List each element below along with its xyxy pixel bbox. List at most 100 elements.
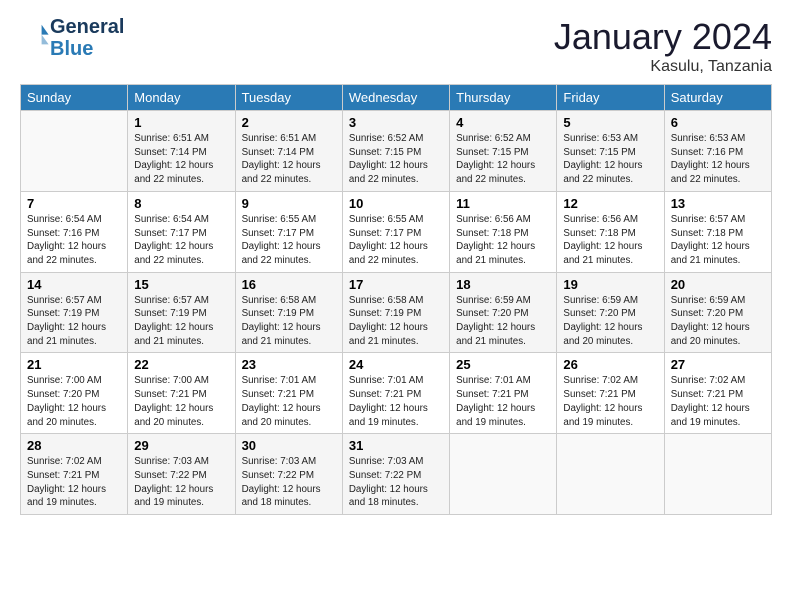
day-number: 28 <box>27 438 121 453</box>
calendar-cell: 25Sunrise: 7:01 AM Sunset: 7:21 PM Dayli… <box>450 353 557 434</box>
weekday-header-tuesday: Tuesday <box>235 85 342 111</box>
day-info: Sunrise: 7:00 AM Sunset: 7:21 PM Dayligh… <box>134 374 228 429</box>
calendar-cell <box>450 434 557 515</box>
weekday-header-monday: Monday <box>128 85 235 111</box>
day-number: 11 <box>456 196 550 211</box>
day-number: 21 <box>27 357 121 372</box>
day-number: 26 <box>563 357 657 372</box>
day-info: Sunrise: 6:55 AM Sunset: 7:17 PM Dayligh… <box>242 213 336 268</box>
day-info: Sunrise: 6:58 AM Sunset: 7:19 PM Dayligh… <box>349 294 443 349</box>
calendar-cell: 10 Sunrise: 6:55 AM Sunset: 7:17 PM Dayli… <box>342 191 449 272</box>
day-info: Sunrise: 7:01 AM Sunset: 7:21 PM Dayligh… <box>242 374 336 429</box>
location: Kasulu, Tanzania <box>554 58 772 76</box>
calendar-week-5: 28 Sunrise: 7:02 AM Sunset: 7:21 PM Dayli… <box>21 434 772 515</box>
day-info: Sunrise: 6:57 AM Sunset: 7:19 PM Dayligh… <box>134 294 228 349</box>
day-info: Sunrise: 7:00 AM Sunset: 7:20 PM Dayligh… <box>27 374 121 429</box>
day-info: Sunrise: 7:03 AM Sunset: 7:22 PM Dayligh… <box>134 455 228 510</box>
day-number: 19 <box>563 277 657 292</box>
logo-text-general: General <box>50 16 124 38</box>
day-number: 16 <box>242 277 336 292</box>
day-info: Sunrise: 6:51 AM Sunset: 7:14 PM Dayligh… <box>134 132 228 187</box>
calendar-cell: 19 Sunrise: 6:59 AM Sunset: 7:20 PM Dayli… <box>557 272 664 353</box>
day-number: 17 <box>349 277 443 292</box>
calendar-cell: 2 Sunrise: 6:51 AM Sunset: 7:14 PM Daylig… <box>235 111 342 192</box>
day-number: 18 <box>456 277 550 292</box>
day-number: 15 <box>134 277 228 292</box>
calendar-cell: 17 Sunrise: 6:58 AM Sunset: 7:19 PM Dayli… <box>342 272 449 353</box>
day-number: 25 <box>456 357 550 372</box>
calendar-week-1: 1 Sunrise: 6:51 AM Sunset: 7:14 PM Daylig… <box>21 111 772 192</box>
calendar-cell: 18 Sunrise: 6:59 AM Sunset: 7:20 PM Dayli… <box>450 272 557 353</box>
calendar-cell: 16 Sunrise: 6:58 AM Sunset: 7:19 PM Dayli… <box>235 272 342 353</box>
day-info: Sunrise: 7:02 AM Sunset: 7:21 PM Dayligh… <box>27 455 121 510</box>
calendar-cell: 5 Sunrise: 6:53 AM Sunset: 7:15 PM Daylig… <box>557 111 664 192</box>
header: General Blue January 2024 Kasulu, Tanzan… <box>20 16 772 76</box>
calendar-cell: 1 Sunrise: 6:51 AM Sunset: 7:14 PM Daylig… <box>128 111 235 192</box>
day-info: Sunrise: 6:56 AM Sunset: 7:18 PM Dayligh… <box>563 213 657 268</box>
day-number: 9 <box>242 196 336 211</box>
day-info: Sunrise: 7:02 AM Sunset: 7:21 PM Dayligh… <box>671 374 765 429</box>
calendar-body: 1 Sunrise: 6:51 AM Sunset: 7:14 PM Daylig… <box>21 111 772 515</box>
day-info: Sunrise: 6:59 AM Sunset: 7:20 PM Dayligh… <box>563 294 657 349</box>
calendar-cell: 9 Sunrise: 6:55 AM Sunset: 7:17 PM Daylig… <box>235 191 342 272</box>
calendar-cell <box>664 434 771 515</box>
day-info: Sunrise: 6:54 AM Sunset: 7:17 PM Dayligh… <box>134 213 228 268</box>
day-info: Sunrise: 6:51 AM Sunset: 7:14 PM Dayligh… <box>242 132 336 187</box>
calendar-cell: 28 Sunrise: 7:02 AM Sunset: 7:21 PM Dayli… <box>21 434 128 515</box>
day-info: Sunrise: 6:57 AM Sunset: 7:18 PM Dayligh… <box>671 213 765 268</box>
day-number: 22 <box>134 357 228 372</box>
calendar-cell: 27 Sunrise: 7:02 AM Sunset: 7:21 PM Dayli… <box>664 353 771 434</box>
day-number: 4 <box>456 115 550 130</box>
day-number: 12 <box>563 196 657 211</box>
day-info: Sunrise: 6:59 AM Sunset: 7:20 PM Dayligh… <box>456 294 550 349</box>
calendar-cell: 29 Sunrise: 7:03 AM Sunset: 7:22 PM Dayli… <box>128 434 235 515</box>
month-title: January 2024 <box>554 16 772 58</box>
calendar-week-3: 14 Sunrise: 6:57 AM Sunset: 7:19 PM Dayli… <box>21 272 772 353</box>
day-number: 29 <box>134 438 228 453</box>
day-info: Sunrise: 7:01 AM Sunset: 7:21 PM Dayligh… <box>349 374 443 429</box>
weekday-header-saturday: Saturday <box>664 85 771 111</box>
calendar-cell: 7 Sunrise: 6:54 AM Sunset: 7:16 PM Daylig… <box>21 191 128 272</box>
day-number: 3 <box>349 115 443 130</box>
calendar-cell: 11 Sunrise: 6:56 AM Sunset: 7:18 PM Dayli… <box>450 191 557 272</box>
calendar-cell: 12 Sunrise: 6:56 AM Sunset: 7:18 PM Dayli… <box>557 191 664 272</box>
day-number: 14 <box>27 277 121 292</box>
title-block: January 2024 Kasulu, Tanzania <box>554 16 772 76</box>
calendar-cell: 15 Sunrise: 6:57 AM Sunset: 7:19 PM Dayli… <box>128 272 235 353</box>
calendar-cell <box>557 434 664 515</box>
day-info: Sunrise: 6:52 AM Sunset: 7:15 PM Dayligh… <box>456 132 550 187</box>
calendar-cell: 8 Sunrise: 6:54 AM Sunset: 7:17 PM Daylig… <box>128 191 235 272</box>
day-number: 20 <box>671 277 765 292</box>
calendar-cell: 3 Sunrise: 6:52 AM Sunset: 7:15 PM Daylig… <box>342 111 449 192</box>
day-info: Sunrise: 6:53 AM Sunset: 7:16 PM Dayligh… <box>671 132 765 187</box>
calendar-cell: 23 Sunrise: 7:01 AM Sunset: 7:21 PM Dayli… <box>235 353 342 434</box>
weekday-header-row: SundayMondayTuesdayWednesdayThursdayFrid… <box>21 85 772 111</box>
day-number: 23 <box>242 357 336 372</box>
day-number: 5 <box>563 115 657 130</box>
logo-icon <box>22 22 50 50</box>
day-info: Sunrise: 6:52 AM Sunset: 7:15 PM Dayligh… <box>349 132 443 187</box>
logo: General Blue <box>20 16 124 60</box>
weekday-header-sunday: Sunday <box>21 85 128 111</box>
page: General Blue January 2024 Kasulu, Tanzan… <box>0 0 792 531</box>
calendar-cell: 30Sunrise: 7:03 AM Sunset: 7:22 PM Dayli… <box>235 434 342 515</box>
day-info: Sunrise: 6:55 AM Sunset: 7:17 PM Dayligh… <box>349 213 443 268</box>
logo-text-blue: Blue <box>50 38 124 60</box>
day-info: Sunrise: 6:58 AM Sunset: 7:19 PM Dayligh… <box>242 294 336 349</box>
day-number: 8 <box>134 196 228 211</box>
day-info: Sunrise: 6:54 AM Sunset: 7:16 PM Dayligh… <box>27 213 121 268</box>
day-info: Sunrise: 6:53 AM Sunset: 7:15 PM Dayligh… <box>563 132 657 187</box>
day-number: 27 <box>671 357 765 372</box>
weekday-header-wednesday: Wednesday <box>342 85 449 111</box>
calendar-cell: 13Sunrise: 6:57 AM Sunset: 7:18 PM Dayli… <box>664 191 771 272</box>
day-number: 7 <box>27 196 121 211</box>
day-number: 10 <box>349 196 443 211</box>
calendar-cell: 21 Sunrise: 7:00 AM Sunset: 7:20 PM Dayli… <box>21 353 128 434</box>
day-number: 2 <box>242 115 336 130</box>
day-info: Sunrise: 6:56 AM Sunset: 7:18 PM Dayligh… <box>456 213 550 268</box>
calendar-cell: 26 Sunrise: 7:02 AM Sunset: 7:21 PM Dayli… <box>557 353 664 434</box>
day-number: 6 <box>671 115 765 130</box>
day-info: Sunrise: 6:59 AM Sunset: 7:20 PM Dayligh… <box>671 294 765 349</box>
day-info: Sunrise: 7:02 AM Sunset: 7:21 PM Dayligh… <box>563 374 657 429</box>
day-number: 1 <box>134 115 228 130</box>
